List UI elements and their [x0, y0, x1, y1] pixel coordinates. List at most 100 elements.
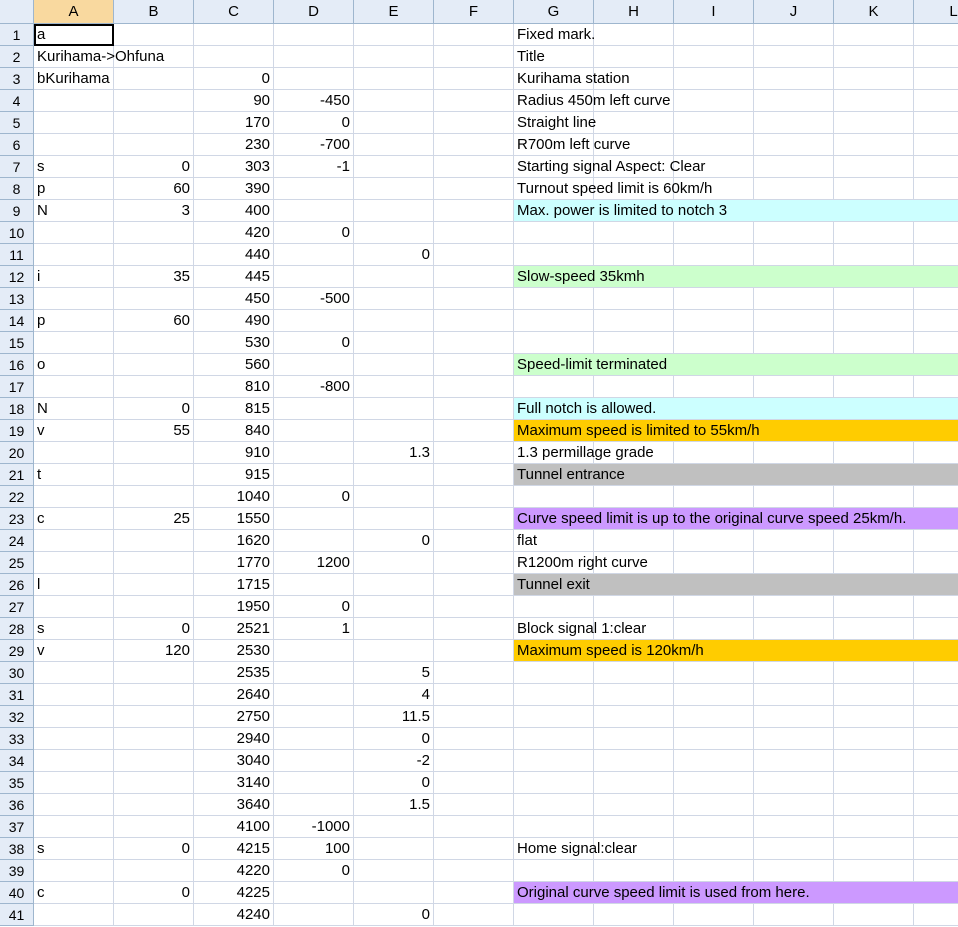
cell-D-6[interactable]: -700	[274, 134, 354, 156]
cell-J-4[interactable]	[754, 90, 834, 112]
cell-B-6[interactable]	[114, 134, 194, 156]
cell-L-14[interactable]	[914, 310, 958, 332]
column-header-H[interactable]: H	[594, 0, 674, 24]
cell-D-9[interactable]	[274, 200, 354, 222]
cell-D-39[interactable]: 0	[274, 860, 354, 882]
cell-D-16[interactable]	[274, 354, 354, 376]
cell-A-18[interactable]: N	[34, 398, 114, 420]
cell-C-14[interactable]: 490	[194, 310, 274, 332]
cell-H-30[interactable]	[594, 662, 674, 684]
cell-J-32[interactable]	[754, 706, 834, 728]
row-header[interactable]: 40	[0, 882, 34, 904]
cell-J-31[interactable]	[754, 684, 834, 706]
note-cell-G-33[interactable]	[514, 728, 594, 750]
cell-C-29[interactable]: 2530	[194, 640, 274, 662]
cell-K-41[interactable]	[834, 904, 914, 926]
cell-B-14[interactable]: 60	[114, 310, 194, 332]
row-header[interactable]: 7	[0, 156, 34, 178]
cell-E-1[interactable]	[354, 24, 434, 46]
cell-L-11[interactable]	[914, 244, 958, 266]
cell-C-23[interactable]: 1550	[194, 508, 274, 530]
cell-F-18[interactable]	[434, 398, 514, 420]
cell-C-15[interactable]: 530	[194, 332, 274, 354]
cell-A-33[interactable]	[34, 728, 114, 750]
cell-J-25[interactable]	[754, 552, 834, 574]
cell-B-11[interactable]	[114, 244, 194, 266]
cell-I-25[interactable]	[674, 552, 754, 574]
cell-B-20[interactable]	[114, 442, 194, 464]
cell-K-25[interactable]	[834, 552, 914, 574]
note-cell-G-11[interactable]	[514, 244, 594, 266]
cell-A-9[interactable]: N	[34, 200, 114, 222]
cell-L-4[interactable]	[914, 90, 958, 112]
cell-J-27[interactable]	[754, 596, 834, 618]
note-cell-G-5[interactable]: Straight line	[514, 112, 596, 134]
cell-L-17[interactable]	[914, 376, 958, 398]
cell-E-16[interactable]	[354, 354, 434, 376]
cell-K-37[interactable]	[834, 816, 914, 838]
cell-L-41[interactable]	[914, 904, 958, 926]
cell-F-27[interactable]	[434, 596, 514, 618]
cell-D-13[interactable]: -500	[274, 288, 354, 310]
cell-E-2[interactable]	[354, 46, 434, 68]
cell-D-2[interactable]	[274, 46, 354, 68]
cell-C-4[interactable]: 90	[194, 90, 274, 112]
cell-E-14[interactable]	[354, 310, 434, 332]
cell-B-39[interactable]	[114, 860, 194, 882]
cell-K-5[interactable]	[834, 112, 914, 134]
cell-F-10[interactable]	[434, 222, 514, 244]
cell-D-32[interactable]	[274, 706, 354, 728]
cell-K-17[interactable]	[834, 376, 914, 398]
note-cell-G-14[interactable]	[514, 310, 594, 332]
cell-D-35[interactable]	[274, 772, 354, 794]
cell-K-6[interactable]	[834, 134, 914, 156]
cell-L-28[interactable]	[914, 618, 958, 640]
cell-C-34[interactable]: 3040	[194, 750, 274, 772]
cell-B-33[interactable]	[114, 728, 194, 750]
cell-I-13[interactable]	[674, 288, 754, 310]
cell-A-36[interactable]	[34, 794, 114, 816]
column-header-C[interactable]: C	[194, 0, 274, 24]
cell-H-14[interactable]	[594, 310, 674, 332]
cell-K-4[interactable]	[834, 90, 914, 112]
cell-A-6[interactable]	[34, 134, 114, 156]
cell-K-7[interactable]	[834, 156, 914, 178]
cell-D-23[interactable]	[274, 508, 354, 530]
cell-C-18[interactable]: 815	[194, 398, 274, 420]
cell-B-13[interactable]	[114, 288, 194, 310]
cell-H-39[interactable]	[594, 860, 674, 882]
note-cell-G-15[interactable]	[514, 332, 594, 354]
note-cell-G-24[interactable]: flat	[514, 530, 594, 552]
cell-B-23[interactable]: 25	[114, 508, 194, 530]
cell-K-36[interactable]	[834, 794, 914, 816]
cell-C-25[interactable]: 1770	[194, 552, 274, 574]
cell-H-32[interactable]	[594, 706, 674, 728]
cell-B-35[interactable]	[114, 772, 194, 794]
note-cell-G-22[interactable]	[514, 486, 594, 508]
cell-A-27[interactable]	[34, 596, 114, 618]
cell-F-41[interactable]	[434, 904, 514, 926]
cell-D-29[interactable]	[274, 640, 354, 662]
note-cell-G-41[interactable]	[514, 904, 594, 926]
cell-D-24[interactable]	[274, 530, 354, 552]
cell-A-10[interactable]	[34, 222, 114, 244]
column-header-D[interactable]: D	[274, 0, 354, 24]
cell-F-2[interactable]	[434, 46, 514, 68]
cell-F-15[interactable]	[434, 332, 514, 354]
cell-E-4[interactable]	[354, 90, 434, 112]
cell-F-9[interactable]	[434, 200, 514, 222]
cell-C-13[interactable]: 450	[194, 288, 274, 310]
cell-A-28[interactable]: s	[34, 618, 114, 640]
cell-E-28[interactable]	[354, 618, 434, 640]
column-header-B[interactable]: B	[114, 0, 194, 24]
row-header[interactable]: 41	[0, 904, 34, 926]
cell-K-27[interactable]	[834, 596, 914, 618]
cell-J-39[interactable]	[754, 860, 834, 882]
note-cell-G-35[interactable]	[514, 772, 594, 794]
select-all-corner[interactable]	[0, 0, 34, 24]
cell-D-33[interactable]	[274, 728, 354, 750]
cell-D-7[interactable]: -1	[274, 156, 354, 178]
cell-J-10[interactable]	[754, 222, 834, 244]
cell-K-10[interactable]	[834, 222, 914, 244]
cell-C-5[interactable]: 170	[194, 112, 274, 134]
